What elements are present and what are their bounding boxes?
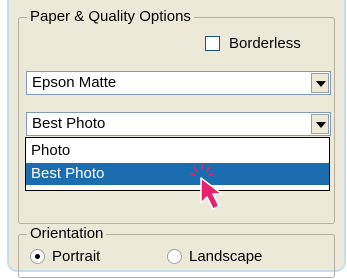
quality-value: Best Photo bbox=[32, 115, 106, 132]
quality-option-best-photo[interactable]: Best Photo bbox=[26, 163, 329, 185]
borderless-checkbox[interactable]: Borderless bbox=[205, 34, 325, 54]
media-type-value: Epson Matte bbox=[32, 74, 117, 91]
orientation-landscape-radio[interactable]: Landscape bbox=[167, 247, 307, 267]
borderless-checkbox-box[interactable] bbox=[205, 36, 220, 51]
quality-select[interactable]: Best Photo bbox=[26, 112, 331, 136]
print-settings-panel: Paper & Quality Options Borderless Epson… bbox=[7, 0, 346, 278]
orientation-portrait-radio[interactable]: Portrait bbox=[30, 247, 150, 267]
landscape-radio-button[interactable] bbox=[167, 249, 182, 264]
quality-option-photo[interactable]: Photo bbox=[26, 140, 329, 162]
paper-quality-group: Paper & Quality Options Borderless Epson… bbox=[18, 8, 335, 224]
orientation-group-title: Orientation bbox=[27, 225, 107, 243]
portrait-radio-button[interactable] bbox=[30, 249, 45, 264]
portrait-label[interactable]: Portrait bbox=[52, 248, 100, 266]
media-type-select[interactable]: Epson Matte bbox=[26, 71, 331, 95]
paper-quality-group-title: Paper & Quality Options bbox=[27, 8, 194, 26]
radio-selected-dot bbox=[35, 254, 40, 259]
orientation-group: Orientation Portrait Landscape bbox=[18, 225, 335, 278]
mouse-pointer-icon bbox=[190, 163, 223, 210]
quality-dropdown-list: Photo Best Photo bbox=[25, 137, 330, 191]
chevron-down-icon[interactable] bbox=[311, 114, 329, 134]
chevron-down-icon[interactable] bbox=[311, 73, 329, 93]
borderless-label[interactable]: Borderless bbox=[229, 35, 301, 53]
landscape-label[interactable]: Landscape bbox=[189, 248, 262, 266]
